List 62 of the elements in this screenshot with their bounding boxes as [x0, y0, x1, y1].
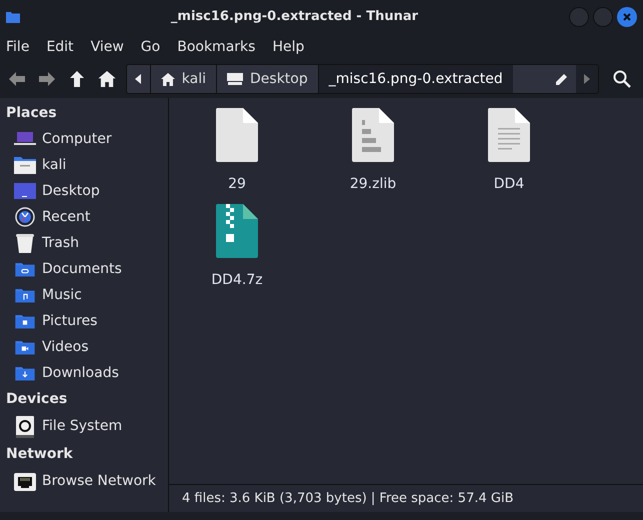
laptop-icon — [14, 132, 36, 146]
menu-item[interactable]: Edit — [46, 36, 74, 58]
sidebar-item[interactable]: Desktop — [0, 178, 168, 204]
menu-item[interactable]: Go — [140, 36, 160, 58]
file-icon — [216, 108, 258, 162]
sidebar-item[interactable]: Browse Network — [0, 467, 168, 496]
left-arrow-icon — [8, 71, 26, 87]
directory-entry[interactable]: DD4 — [441, 108, 577, 204]
sidebar-item[interactable]: Trash — [0, 230, 168, 256]
directory-entry[interactable]: 29 — [169, 108, 305, 204]
menu-item[interactable]: File — [6, 36, 30, 58]
status-bar: 4 files: 3.6 KiB (3,703 bytes) | Free space: 57.4 GiB — [169, 484, 643, 512]
sidebar-heading: Network — [5, 444, 74, 464]
clock-icon — [15, 207, 35, 227]
folder-icon — [15, 339, 35, 355]
path-button[interactable]: Desktop — [217, 65, 319, 93]
sidebar-item[interactable]: Recent — [0, 204, 168, 230]
trash-icon — [16, 233, 34, 253]
folder-icon — [14, 156, 36, 174]
archive-file-icon — [216, 204, 258, 258]
folder-icon — [15, 365, 35, 381]
sidebar-item[interactable]: Documents — [0, 256, 168, 282]
up-arrow-icon — [69, 70, 85, 88]
sidebar-item[interactable]: kali — [0, 152, 168, 178]
caret-left-icon — [135, 74, 142, 84]
sidebar-item[interactable]: Videos — [0, 334, 168, 360]
window-title: _misc16.png-0.extracted - Thunar — [170, 8, 420, 26]
sidebar-item[interactable]: File System — [0, 412, 168, 441]
directory-entry[interactable]: DD4.7z — [169, 204, 305, 300]
sidebar-item[interactable]: Music — [0, 282, 168, 308]
search-icon — [613, 70, 631, 88]
forward-button[interactable] — [36, 71, 58, 87]
close-button[interactable] — [617, 7, 637, 27]
sidebar-heading: Devices — [5, 390, 68, 408]
edit-location-button[interactable] — [512, 65, 576, 93]
menu-item[interactable]: Help — [272, 36, 304, 58]
sidebar-item[interactable]: Computer — [0, 126, 168, 152]
folder-icon — [6, 12, 20, 22]
desktop-icon — [227, 73, 243, 85]
binary-file-icon — [352, 108, 394, 162]
folder-icon — [15, 287, 35, 303]
scroll-left-button[interactable] — [127, 65, 151, 93]
caret-right-icon — [584, 74, 590, 84]
folder-icon — [15, 261, 35, 277]
text-file-icon — [488, 108, 530, 162]
menu-item[interactable]: View — [90, 36, 124, 58]
pencil-icon — [555, 72, 568, 86]
path-button[interactable]: kali — [150, 65, 217, 93]
menu-item[interactable]: Bookmarks — [177, 36, 256, 58]
folder-icon — [15, 313, 35, 329]
network-port-icon — [14, 472, 36, 490]
close-icon — [623, 13, 631, 21]
directory-entry[interactable]: 29.zlib — [305, 108, 441, 204]
home-icon — [160, 72, 175, 86]
home-icon — [98, 71, 116, 87]
sidebar-item[interactable]: Downloads — [0, 360, 168, 386]
right-arrow-icon — [38, 71, 56, 87]
drive-icon — [16, 416, 34, 438]
sidebar-item[interactable]: Pictures — [0, 308, 168, 334]
sidebar-heading: Places — [5, 104, 58, 122]
desktop-icon — [14, 183, 36, 199]
home-button[interactable] — [96, 71, 118, 87]
